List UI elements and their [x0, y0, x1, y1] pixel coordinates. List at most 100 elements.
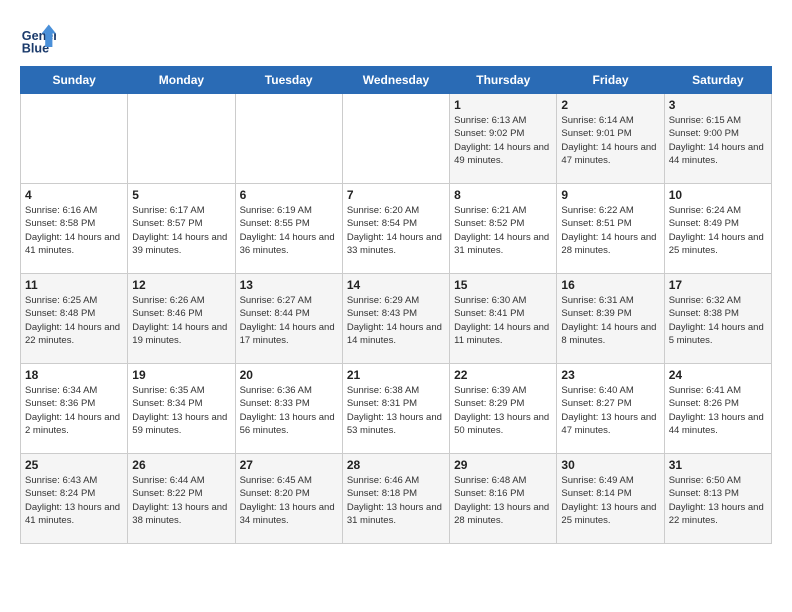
logo-icon: General Blue	[20, 20, 56, 56]
calendar-cell: 4 Sunrise: 6:16 AM Sunset: 8:58 PM Daylig…	[21, 184, 128, 274]
day-info: Sunrise: 6:21 AM Sunset: 8:52 PM Dayligh…	[454, 204, 552, 257]
calendar-cell: 26 Sunrise: 6:44 AM Sunset: 8:22 PM Dayli…	[128, 454, 235, 544]
calendar-cell: 13 Sunrise: 6:27 AM Sunset: 8:44 PM Dayli…	[235, 274, 342, 364]
day-number: 4	[25, 188, 123, 202]
day-info: Sunrise: 6:40 AM Sunset: 8:27 PM Dayligh…	[561, 384, 659, 437]
day-number: 3	[669, 98, 767, 112]
day-info: Sunrise: 6:44 AM Sunset: 8:22 PM Dayligh…	[132, 474, 230, 527]
day-number: 15	[454, 278, 552, 292]
calendar-cell: 9Sunrise: 6:22 AM Sunset: 8:51 PM Daylig…	[557, 184, 664, 274]
calendar-cell: 21Sunrise: 6:38 AM Sunset: 8:31 PM Dayli…	[342, 364, 449, 454]
day-info: Sunrise: 6:14 AM Sunset: 9:01 PM Dayligh…	[561, 114, 659, 167]
calendar-cell	[235, 94, 342, 184]
day-number: 7	[347, 188, 445, 202]
day-number: 21	[347, 368, 445, 382]
logo: General Blue	[20, 20, 60, 56]
day-header-thursday: Thursday	[450, 67, 557, 94]
day-info: Sunrise: 6:43 AM Sunset: 8:24 PM Dayligh…	[25, 474, 123, 527]
day-number: 28	[347, 458, 445, 472]
calendar-cell: 2 Sunrise: 6:14 AM Sunset: 9:01 PM Daylig…	[557, 94, 664, 184]
calendar-cell: 8 Sunrise: 6:21 AM Sunset: 8:52 PM Daylig…	[450, 184, 557, 274]
day-number: 30	[561, 458, 659, 472]
day-info: Sunrise: 6:31 AM Sunset: 8:39 PM Dayligh…	[561, 294, 659, 347]
day-info: Sunrise: 6:32 AM Sunset: 8:38 PM Dayligh…	[669, 294, 767, 347]
day-number: 20	[240, 368, 338, 382]
calendar-cell: 14 Sunrise: 6:29 AM Sunset: 8:43 PM Dayli…	[342, 274, 449, 364]
svg-text:Blue: Blue	[22, 41, 49, 55]
calendar-cell: 12 Sunrise: 6:26 AM Sunset: 8:46 PM Dayli…	[128, 274, 235, 364]
calendar-cell: 15 Sunrise: 6:30 AM Sunset: 8:41 PM Dayli…	[450, 274, 557, 364]
calendar-cell	[128, 94, 235, 184]
calendar-cell: 1 Sunrise: 6:13 AM Sunset: 9:02 PM Daylig…	[450, 94, 557, 184]
calendar-cell: 6Sunrise: 6:19 AM Sunset: 8:55 PM Daylig…	[235, 184, 342, 274]
day-info: Sunrise: 6:50 AM Sunset: 8:13 PM Dayligh…	[669, 474, 767, 527]
calendar-cell: 20 Sunrise: 6:36 AM Sunset: 8:33 PM Dayli…	[235, 364, 342, 454]
calendar-cell: 25 Sunrise: 6:43 AM Sunset: 8:24 PM Dayli…	[21, 454, 128, 544]
day-number: 10	[669, 188, 767, 202]
day-number: 25	[25, 458, 123, 472]
day-number: 22	[454, 368, 552, 382]
day-number: 2	[561, 98, 659, 112]
day-number: 24	[669, 368, 767, 382]
day-number: 17	[669, 278, 767, 292]
day-info: Sunrise: 6:17 AM Sunset: 8:57 PM Dayligh…	[132, 204, 230, 257]
day-number: 29	[454, 458, 552, 472]
day-info: Sunrise: 6:45 AM Sunset: 8:20 PM Dayligh…	[240, 474, 338, 527]
day-header-saturday: Saturday	[664, 67, 771, 94]
calendar-cell: 11Sunrise: 6:25 AM Sunset: 8:48 PM Dayli…	[21, 274, 128, 364]
calendar-cell: 30 Sunrise: 6:49 AM Sunset: 8:14 PM Dayli…	[557, 454, 664, 544]
calendar-cell: 7 Sunrise: 6:20 AM Sunset: 8:54 PM Daylig…	[342, 184, 449, 274]
day-number: 23	[561, 368, 659, 382]
day-info: Sunrise: 6:16 AM Sunset: 8:58 PM Dayligh…	[25, 204, 123, 257]
calendar-cell: 5 Sunrise: 6:17 AM Sunset: 8:57 PM Daylig…	[128, 184, 235, 274]
day-info: Sunrise: 6:15 AM Sunset: 9:00 PM Dayligh…	[669, 114, 767, 167]
day-number: 12	[132, 278, 230, 292]
calendar-cell: 17 Sunrise: 6:32 AM Sunset: 8:38 PM Dayli…	[664, 274, 771, 364]
calendar-cell: 29 Sunrise: 6:48 AM Sunset: 8:16 PM Dayli…	[450, 454, 557, 544]
calendar-cell: 28 Sunrise: 6:46 AM Sunset: 8:18 PM Dayli…	[342, 454, 449, 544]
day-header-wednesday: Wednesday	[342, 67, 449, 94]
day-info: Sunrise: 6:35 AM Sunset: 8:34 PM Dayligh…	[132, 384, 230, 437]
day-number: 26	[132, 458, 230, 472]
day-info: Sunrise: 6:22 AM Sunset: 8:51 PM Dayligh…	[561, 204, 659, 257]
day-number: 14	[347, 278, 445, 292]
day-header-tuesday: Tuesday	[235, 67, 342, 94]
calendar-cell: 18 Sunrise: 6:34 AM Sunset: 8:36 PM Dayli…	[21, 364, 128, 454]
day-info: Sunrise: 6:27 AM Sunset: 8:44 PM Dayligh…	[240, 294, 338, 347]
day-number: 1	[454, 98, 552, 112]
day-info: Sunrise: 6:19 AM Sunset: 8:55 PM Dayligh…	[240, 204, 338, 257]
day-number: 13	[240, 278, 338, 292]
day-number: 19	[132, 368, 230, 382]
calendar-cell: 22 Sunrise: 6:39 AM Sunset: 8:29 PM Dayli…	[450, 364, 557, 454]
day-header-monday: Monday	[128, 67, 235, 94]
day-info: Sunrise: 6:48 AM Sunset: 8:16 PM Dayligh…	[454, 474, 552, 527]
calendar-cell	[21, 94, 128, 184]
calendar-header: SundayMondayTuesdayWednesdayThursdayFrid…	[21, 67, 772, 94]
day-info: Sunrise: 6:29 AM Sunset: 8:43 PM Dayligh…	[347, 294, 445, 347]
calendar-cell	[342, 94, 449, 184]
day-number: 27	[240, 458, 338, 472]
day-info: Sunrise: 6:49 AM Sunset: 8:14 PM Dayligh…	[561, 474, 659, 527]
day-info: Sunrise: 6:46 AM Sunset: 8:18 PM Dayligh…	[347, 474, 445, 527]
day-number: 18	[25, 368, 123, 382]
page-header: General Blue	[20, 20, 772, 56]
calendar-cell: 16 Sunrise: 6:31 AM Sunset: 8:39 PM Dayli…	[557, 274, 664, 364]
calendar-cell: 3 Sunrise: 6:15 AM Sunset: 9:00 PM Daylig…	[664, 94, 771, 184]
day-info: Sunrise: 6:39 AM Sunset: 8:29 PM Dayligh…	[454, 384, 552, 437]
calendar-cell: 31 Sunrise: 6:50 AM Sunset: 8:13 PM Dayli…	[664, 454, 771, 544]
day-info: Sunrise: 6:20 AM Sunset: 8:54 PM Dayligh…	[347, 204, 445, 257]
day-number: 16	[561, 278, 659, 292]
day-number: 31	[669, 458, 767, 472]
day-number: 8	[454, 188, 552, 202]
calendar-cell: 23 Sunrise: 6:40 AM Sunset: 8:27 PM Dayli…	[557, 364, 664, 454]
day-info: Sunrise: 6:36 AM Sunset: 8:33 PM Dayligh…	[240, 384, 338, 437]
day-info: Sunrise: 6:26 AM Sunset: 8:46 PM Dayligh…	[132, 294, 230, 347]
day-info: Sunrise: 6:30 AM Sunset: 8:41 PM Dayligh…	[454, 294, 552, 347]
day-number: 5	[132, 188, 230, 202]
day-info: Sunrise: 6:34 AM Sunset: 8:36 PM Dayligh…	[25, 384, 123, 437]
calendar-cell: 19 Sunrise: 6:35 AM Sunset: 8:34 PM Dayli…	[128, 364, 235, 454]
day-info: Sunrise: 6:13 AM Sunset: 9:02 PM Dayligh…	[454, 114, 552, 167]
day-info: Sunrise: 6:24 AM Sunset: 8:49 PM Dayligh…	[669, 204, 767, 257]
day-info: Sunrise: 6:25 AM Sunset: 8:48 PM Dayligh…	[25, 294, 123, 347]
day-info: Sunrise: 6:41 AM Sunset: 8:26 PM Dayligh…	[669, 384, 767, 437]
